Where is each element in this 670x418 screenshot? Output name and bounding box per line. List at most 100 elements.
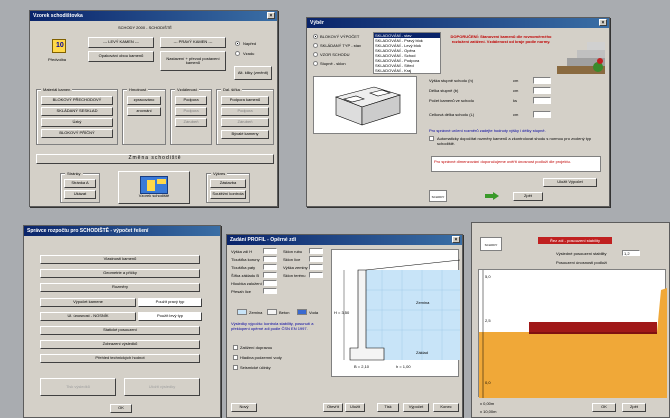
width-item-2[interactable]: Zárubeň <box>221 118 269 127</box>
exit-button[interactable]: Konec <box>433 403 459 412</box>
print-button[interactable]: Tisk <box>377 403 399 412</box>
width-item-label: Podpora kamenů <box>229 97 261 103</box>
auto-calc-checkbox[interactable] <box>429 136 434 141</box>
field-label: Tloušťka paty <box>231 265 256 270</box>
crown-input[interactable] <box>263 256 277 262</box>
radio-back[interactable] <box>235 51 240 56</box>
ok-button[interactable]: OK <box>592 403 616 412</box>
left-stone-button[interactable]: --- LEVÝ KAMEN --- <box>88 37 154 48</box>
type-radio-2[interactable] <box>313 52 318 57</box>
menu-btn-stone-calc[interactable]: Výpočet kamene <box>40 298 136 307</box>
legend-soil-swatch <box>237 309 247 315</box>
menu-btn-beam[interactable]: Ul. únosnost - NOSNÍK <box>40 312 136 321</box>
ok-button[interactable]: OK <box>110 404 132 413</box>
stairs-sample-button[interactable]: Vzorek schodiště <box>118 171 190 204</box>
back-button[interactable]: Zpět <box>513 192 543 201</box>
new-button[interactable]: Nový <box>231 403 257 412</box>
y-label-bottom: 0,0 <box>485 380 491 385</box>
radio-front[interactable] <box>235 41 240 46</box>
width-item-3[interactable]: Bývalé kameny <box>221 130 269 139</box>
length-input[interactable] <box>533 87 551 94</box>
weight-item-0[interactable]: zpracováno <box>127 96 161 105</box>
soil-height-input[interactable] <box>309 264 323 270</box>
face-slope-input[interactable] <box>309 256 323 262</box>
save-calc-button[interactable]: Uložit Výpočet <box>543 178 597 187</box>
total-length-input[interactable] <box>533 111 551 118</box>
close-button[interactable]: × <box>267 12 275 19</box>
distance-item-0[interactable]: Podpora <box>175 96 207 105</box>
change-stairs-bar[interactable]: Změna schodiště <box>36 154 274 164</box>
close-button[interactable]: × <box>599 19 607 26</box>
distance-item-2[interactable]: Zárubeň <box>175 118 207 127</box>
use-left-type-button[interactable]: Použít levý typ <box>138 312 202 321</box>
page-a-button-label: Stránka A <box>71 180 89 186</box>
menu-btn-label: Přehled technických hodnot <box>95 355 145 361</box>
distance-item-1[interactable]: Podpora <box>175 107 207 116</box>
weight-item-1[interactable]: zrovnání <box>127 107 161 116</box>
radio-back-label: Vzadu <box>243 51 255 56</box>
material-item-label: SKLÁDANÝ SESKLAD <box>56 108 98 114</box>
results-note: Výsledky výpočtu: kontrola stability, po… <box>231 321 314 331</box>
material-item-1[interactable]: SKLÁDANÝ SESKLAD <box>41 107 113 116</box>
alt-handles-button[interactable]: Alt. kliky (změnit) <box>234 66 272 80</box>
use-right-type-button[interactable]: Použít pravý typ <box>138 298 202 307</box>
type-listbox[interactable]: SKLADOVÁNÍ - stav SKLADOVÁNÍ - Pravý blo… <box>373 32 441 74</box>
save-results-button[interactable]: Uložit výsledky <box>124 378 200 396</box>
left-stone-button-label: --- LEVÝ KAMEN --- <box>103 39 139 45</box>
type-radio-label: SKLÁDANÝ TYP - stav <box>320 43 361 48</box>
menu-btn-label: Statické posouzení <box>103 327 137 333</box>
list-item[interactable]: SKLADOVÁNÍ - Kraj <box>374 68 440 73</box>
type-radio-3[interactable] <box>313 61 318 66</box>
material-item-3[interactable]: BLOKOVÝ PŘÍČNÝ <box>41 129 113 138</box>
stairs-flower <box>597 58 603 64</box>
width-item-0[interactable]: Podpora kamenů <box>221 96 269 105</box>
foundation-depth-input[interactable] <box>263 280 277 286</box>
save-button[interactable]: Uložit <box>345 403 365 412</box>
menu-btn-static[interactable]: Statické posouzení <box>40 326 200 335</box>
menu-btn-label: Rozměry <box>111 284 128 290</box>
open-button[interactable]: Otevřít <box>323 403 343 412</box>
stairs-step-3 <box>577 50 605 58</box>
info-box: Pro správné dimenzování doporučujeme ově… <box>431 156 601 172</box>
overhang-input[interactable] <box>263 288 277 294</box>
stone-settings-button[interactable]: Nastavení + převod postavení kamenů <box>160 51 226 71</box>
back-slope-input[interactable] <box>309 248 323 254</box>
calc-button[interactable]: Výpočet <box>403 403 429 412</box>
print-results-button[interactable]: Tisk výsledků <box>40 378 116 396</box>
field-label: Výška zeminy <box>283 265 308 270</box>
terrain-slope-input[interactable] <box>309 272 323 278</box>
menu-btn-results[interactable]: Zobrazení výsledků <box>40 340 200 349</box>
height-input[interactable] <box>533 77 551 84</box>
show-button[interactable]: Ukázat <box>64 190 96 199</box>
right-stone-button[interactable]: --- PRAVÝ KAMEN --- <box>160 37 226 48</box>
building-button[interactable]: Zástavba <box>210 179 246 188</box>
stairs-graphic <box>557 40 605 74</box>
width-item-1[interactable]: Podpora <box>221 107 269 116</box>
menu-btn-dimensions[interactable]: Rozměry <box>40 283 200 292</box>
traffic-load-checkbox[interactable] <box>233 345 238 350</box>
menu-btn-properties[interactable]: Vlastnosti kamenů <box>40 255 200 264</box>
cancel-button[interactable]: Zpět <box>622 403 646 412</box>
type-radio-1[interactable] <box>313 43 318 48</box>
count-input[interactable] <box>533 97 551 104</box>
next-arrow-icon[interactable] <box>485 192 499 200</box>
seismic-checkbox[interactable] <box>233 365 238 370</box>
menu-btn-technical[interactable]: Přehled technických hodnot <box>40 354 200 363</box>
app-icon[interactable]: 10 <box>52 39 66 53</box>
close-button[interactable]: × <box>452 236 460 243</box>
type-radio-0[interactable] <box>313 34 318 39</box>
heel-input[interactable] <box>263 264 277 270</box>
menu-btn-geometry[interactable]: Geometrie a příčky <box>40 269 200 278</box>
check-button[interactable]: Soutěžní kontrola <box>210 190 246 199</box>
base-width-input[interactable] <box>263 272 277 278</box>
groundwater-checkbox[interactable] <box>233 355 238 360</box>
legend-soil: Zemina <box>249 310 263 315</box>
repeat-stones-button[interactable]: Opakování obou kamenů <box>88 51 154 62</box>
stability-input[interactable]: 1,2 <box>622 250 640 256</box>
page-a-button[interactable]: Stránka A <box>64 179 96 188</box>
material-item-2[interactable]: Úzký <box>41 118 113 127</box>
wall-height-input[interactable] <box>263 248 277 254</box>
stone-settings-button-label: Nastavení + převod postavení kamenů <box>166 55 220 65</box>
use-left-type-label: Použít levý typ <box>156 313 183 319</box>
material-item-0[interactable]: BLOKOVÝ PŘECHODOVÝ <box>41 96 113 105</box>
